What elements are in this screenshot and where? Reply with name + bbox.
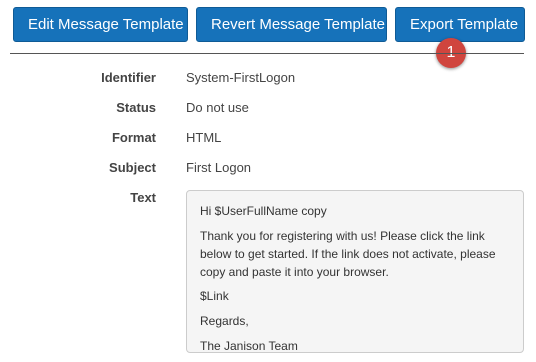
identifier-label: Identifier <box>101 70 156 85</box>
subject-label: Subject <box>109 160 156 175</box>
toolbar: Edit Message Template Revert Message Tem… <box>13 7 525 42</box>
text-label: Text <box>130 190 156 205</box>
format-label: Format <box>111 130 156 145</box>
export-template-button[interactable]: Export Template <box>395 7 525 42</box>
identifier-row: Identifier System-FirstLogon <box>0 70 536 90</box>
message-greeting: Hi $UserFullName copy <box>200 204 327 218</box>
format-value: HTML <box>186 130 222 145</box>
message-closing: Regards, <box>200 314 249 328</box>
message-signature: The Janison Team <box>200 339 298 353</box>
message-link: $Link <box>200 289 229 303</box>
status-row: Status Do not use <box>0 100 536 120</box>
status-value: Do not use <box>186 100 249 115</box>
identifier-value: System-FirstLogon <box>186 70 296 85</box>
subject-row: Subject First Logon <box>0 160 536 180</box>
revert-message-template-button[interactable]: Revert Message Template <box>196 7 387 42</box>
edit-message-template-button[interactable]: Edit Message Template <box>13 7 188 42</box>
status-label: Status <box>116 100 156 115</box>
message-text-box: Hi $UserFullName copy Thank you for regi… <box>186 190 524 353</box>
toolbar-divider <box>10 53 524 54</box>
subject-value: First Logon <box>186 160 252 175</box>
message-body: Thank you for registering with us! Pleas… <box>200 229 496 279</box>
format-row: Format HTML <box>0 130 536 150</box>
